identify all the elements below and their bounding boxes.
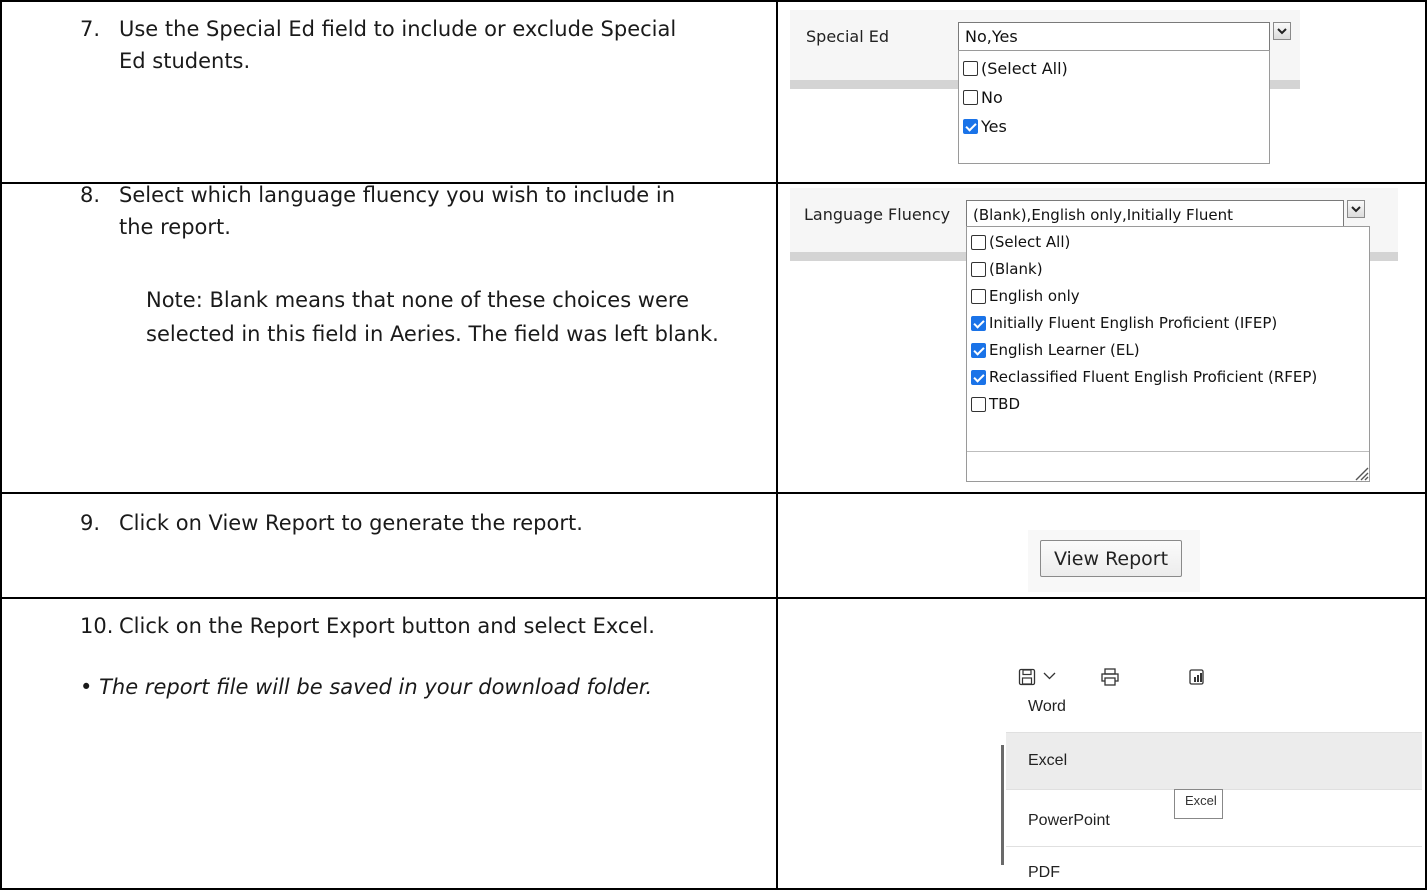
menu-item-pdf[interactable]: PDF [1006,860,1422,886]
language-fluency-label: Language Fluency [804,205,951,224]
table-border-left [0,0,2,890]
option-rfep[interactable]: Reclassified Fluent English Proficient (… [971,368,1317,386]
option-el[interactable]: English Learner (EL) [971,341,1140,359]
step-number: 8. [80,183,101,207]
bullet-note: • The report file will be saved in your … [80,675,652,699]
special-ed-select[interactable]: No,Yes [958,22,1270,51]
option-label: Initially Fluent English Proficient (IFE… [989,314,1278,332]
dropdown-footer-divider [967,451,1369,452]
checkbox[interactable] [971,261,986,277]
option-label: TBD [989,395,1021,413]
checkbox-checked[interactable] [971,342,986,358]
checkbox-checked[interactable] [971,315,986,331]
bullet-glyph: • [80,675,93,699]
option-tbd[interactable]: TBD [971,395,1020,413]
option-label: English only [989,287,1080,305]
checkbox[interactable] [971,396,986,412]
table-border-top [0,0,1427,2]
option-no[interactable]: No [963,88,1003,107]
checkbox[interactable] [971,234,986,250]
chevron-down-icon [1351,205,1361,212]
checkbox[interactable] [963,90,978,105]
row-divider [0,597,1427,599]
special-ed-options: (Select All) No Yes [958,50,1270,164]
bullet-note-text: The report file will be saved in your do… [99,675,653,699]
option-ifep[interactable]: Initially Fluent English Proficient (IFE… [971,314,1277,332]
step-number: 10. [80,614,114,638]
step-number: 7. [80,17,101,41]
checkbox[interactable] [971,288,986,304]
special-ed-label: Special Ed [806,27,889,46]
option-select-all[interactable]: (Select All) [963,59,1068,78]
language-fluency-options: (Select All) (Blank) English only Initia… [966,226,1370,482]
view-report-button[interactable]: View Report [1040,540,1182,577]
step-text-line: Select which language fluency you wish t… [119,183,676,207]
step-text-line: Ed students. [119,49,251,73]
option-label: No [981,88,1003,107]
option-select-all[interactable]: (Select All) [971,233,1070,251]
option-label: (Blank) [989,260,1043,278]
instruction-table: 7. Use the Special Ed field to include o… [0,0,1427,890]
option-label: (Select All) [981,59,1068,78]
step-text-line: the report. [119,215,231,239]
menu-item-excel[interactable]: Excel [1006,733,1422,789]
special-ed-dropdown-button[interactable] [1273,22,1291,40]
resize-grip-icon[interactable] [1353,465,1369,481]
column-divider [776,0,778,890]
menu-item-word[interactable]: Word [1006,684,1422,729]
step-text-line: Click on View Report to generate the rep… [119,511,583,535]
note-line: Note: Blank means that none of these cho… [146,288,689,312]
menu-scroll-edge [1001,745,1004,865]
step-text-line: Use the Special Ed field to include or e… [119,17,677,41]
chevron-down-icon[interactable] [1041,668,1057,684]
option-label: (Select All) [989,233,1071,251]
chevron-down-icon [1277,27,1287,34]
option-label: English Learner (EL) [989,341,1140,359]
excel-tooltip: Excel [1174,789,1223,819]
option-english-only[interactable]: English only [971,287,1080,305]
language-fluency-dropdown-button[interactable] [1347,200,1365,218]
option-yes[interactable]: Yes [963,117,1007,136]
option-label: Yes [981,117,1007,136]
step-text-line: Click on the Report Export button and se… [119,614,655,638]
row-divider [0,492,1427,494]
checkbox-checked[interactable] [963,119,978,134]
step-number: 9. [80,511,101,535]
checkbox-checked[interactable] [971,369,986,385]
note-line: selected in this field in Aeries. The fi… [146,322,719,346]
menu-divider [1006,846,1422,847]
language-fluency-select[interactable]: (Blank),English only,Initially Fluent [966,200,1344,229]
checkbox[interactable] [963,61,978,76]
option-label: Reclassified Fluent English Proficient (… [989,368,1318,386]
option-blank[interactable]: (Blank) [971,260,1043,278]
